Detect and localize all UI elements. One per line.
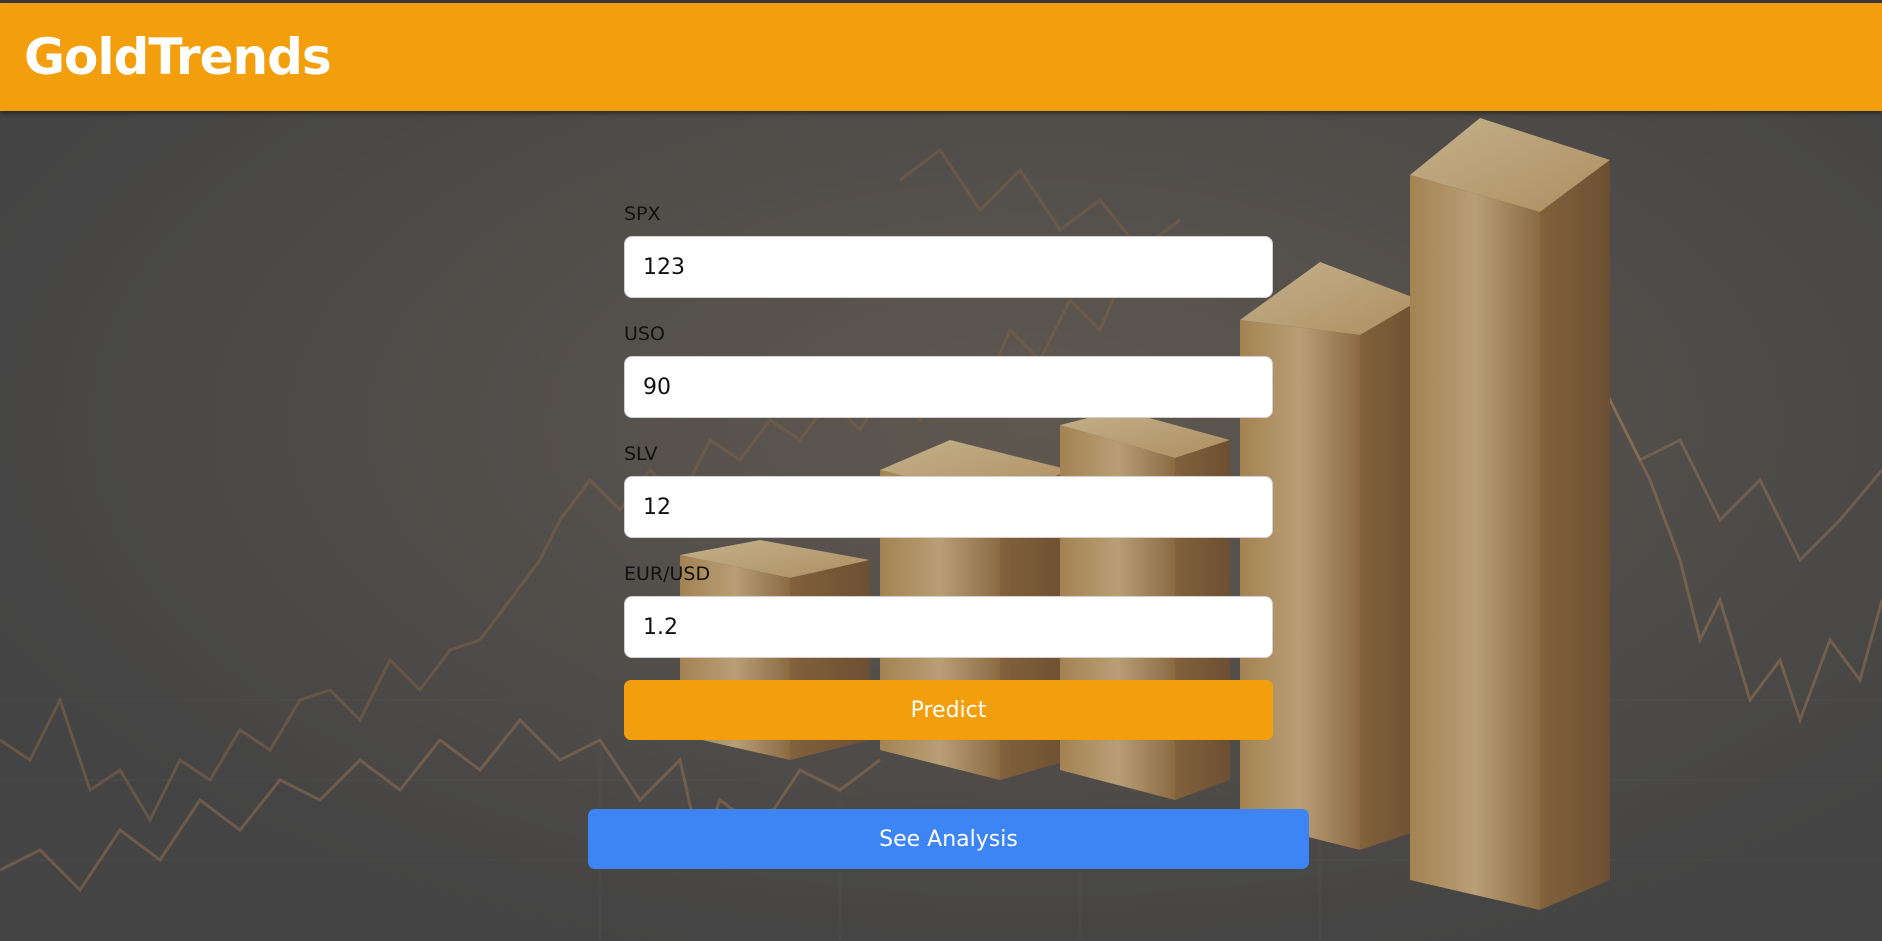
slv-label: SLV xyxy=(624,443,658,465)
uso-input[interactable] xyxy=(624,356,1273,418)
eurusd-input[interactable] xyxy=(624,596,1273,658)
spx-input[interactable] xyxy=(624,236,1273,298)
slv-input[interactable] xyxy=(624,476,1273,538)
app-header: GoldTrends xyxy=(0,3,1882,111)
spx-label: SPX xyxy=(624,203,661,225)
uso-label: USO xyxy=(624,323,665,345)
field-eurusd: EUR/USD xyxy=(624,560,1273,658)
eurusd-label: EUR/USD xyxy=(624,563,711,585)
brand-logo[interactable]: GoldTrends xyxy=(24,27,332,87)
field-uso: USO xyxy=(624,320,1273,418)
field-slv: SLV xyxy=(624,440,1273,538)
field-spx: SPX xyxy=(624,200,1273,298)
predict-button[interactable]: Predict xyxy=(624,680,1273,740)
see-analysis-button[interactable]: See Analysis xyxy=(588,809,1309,869)
prediction-form: SPX USO SLV EUR/USD Predict xyxy=(624,200,1273,740)
